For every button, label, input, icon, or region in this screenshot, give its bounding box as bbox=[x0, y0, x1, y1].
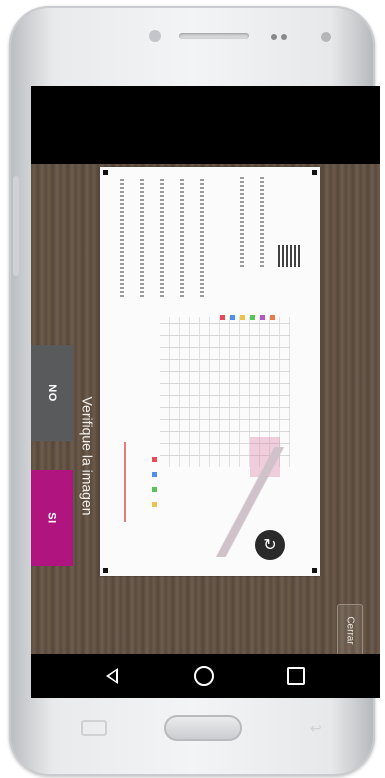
doc-text-column bbox=[120, 177, 124, 297]
corner-mark bbox=[312, 568, 317, 573]
doc-text-column bbox=[160, 177, 164, 297]
captured-image-preview: ↻ Cerrar NO Verifique la imagen SI bbox=[31, 164, 380, 662]
verify-image-prompt: Verifique la imagen bbox=[74, 366, 102, 546]
doc-text-column bbox=[200, 177, 204, 297]
si-button[interactable]: SI bbox=[31, 470, 73, 566]
doc-text-column bbox=[180, 177, 184, 297]
earpiece-speaker bbox=[179, 33, 249, 39]
corner-mark bbox=[103, 170, 108, 175]
hardware-home-button bbox=[164, 715, 242, 741]
proximity-sensor bbox=[271, 34, 277, 40]
doc-text-column bbox=[140, 177, 144, 297]
si-button-label: SI bbox=[46, 512, 58, 524]
phone-screen: ↻ Cerrar NO Verifique la imagen SI bbox=[31, 86, 380, 698]
corner-mark bbox=[312, 170, 317, 175]
doc-text-column bbox=[240, 177, 244, 267]
light-sensor bbox=[281, 34, 287, 40]
refresh-icon[interactable]: ↻ bbox=[255, 530, 285, 560]
circle-home-icon bbox=[194, 666, 214, 686]
no-button[interactable]: NO bbox=[31, 345, 73, 441]
verify-image-text: Verifique la imagen bbox=[80, 396, 97, 516]
side-volume-button bbox=[13, 176, 19, 276]
front-camera bbox=[149, 30, 161, 42]
triangle-back-icon bbox=[106, 668, 118, 684]
close-button-label: Cerrar bbox=[344, 615, 356, 645]
sensor-dot bbox=[321, 32, 331, 42]
hardware-recent-key bbox=[81, 720, 107, 736]
square-recent-icon bbox=[287, 667, 305, 685]
nav-back-button[interactable] bbox=[97, 662, 127, 690]
nav-home-button[interactable] bbox=[189, 662, 219, 690]
hardware-back-key-icon: ↩ bbox=[310, 720, 322, 736]
doc-red-mark bbox=[124, 442, 126, 522]
qr-code bbox=[278, 245, 300, 267]
corner-mark bbox=[103, 568, 108, 573]
android-navigation-bar bbox=[31, 654, 380, 698]
doc-text-column bbox=[260, 177, 264, 267]
close-button[interactable]: Cerrar bbox=[337, 604, 363, 656]
no-button-label: NO bbox=[46, 384, 58, 402]
scanned-document: ↻ bbox=[100, 167, 320, 576]
nav-recent-apps-button[interactable] bbox=[281, 662, 311, 690]
